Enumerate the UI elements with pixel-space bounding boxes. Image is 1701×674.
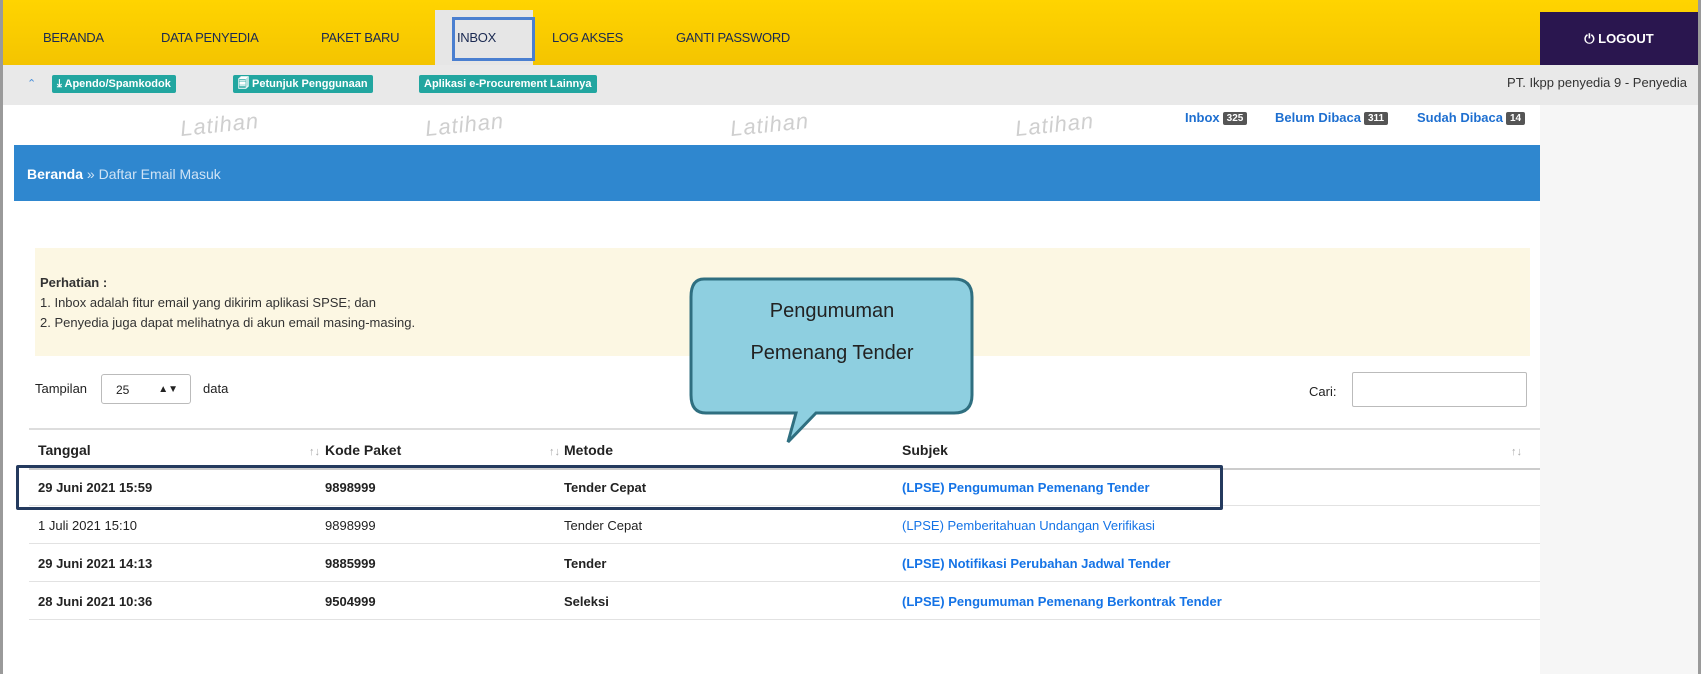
count-badge: 311 [1363,112,1389,125]
cell-kode: 9504999 [325,594,376,609]
nav-data-penyedia[interactable]: DATA PENYEDIA [161,0,259,65]
table-row[interactable]: 1 Juli 2021 15:10 9898999 Tender Cepat (… [29,506,1540,544]
breadcrumb-separator: » [83,166,99,182]
sort-icon[interactable]: ↑↓ [1511,446,1522,458]
data-label: data [203,381,229,396]
double-chevron-up-icon[interactable]: ⌃ [27,77,36,90]
col-tanggal[interactable]: Tanggal [38,442,91,458]
cell-kode: 9898999 [325,518,376,533]
nav-beranda[interactable]: BERANDA [43,0,104,65]
show-label: Tampilan [35,381,88,396]
table-row[interactable]: 28 Juni 2021 10:36 9504999 Seleksi (LPSE… [29,582,1540,620]
cell-subjek-link[interactable]: (LPSE) Pengumuman Pemenang Berkontrak Te… [902,594,1222,609]
breadcrumb-home[interactable]: Beranda [27,166,83,182]
secondary-bar: ⌃ ⤓ Apendo/Spamkodok 🗐 Petunjuk Pengguna… [3,65,1698,105]
unread-counter[interactable]: Belum Dibaca 311 [1275,110,1389,125]
callout-text: Pengumuman Pemenang Tender [694,290,970,374]
breadcrumb-current: Daftar Email Masuk [98,166,221,182]
nav-log-akses[interactable]: LOG AKSES [552,0,623,65]
count-badge: 325 [1222,112,1248,125]
petunjuk-button[interactable]: 🗐 Petunjuk Penggunaan [233,75,373,93]
callout-line: Pemenang Tender [750,342,914,364]
inbox-highlight-box [452,17,535,61]
count-badge: 14 [1505,112,1526,125]
table-row[interactable]: 29 Juni 2021 14:13 9885999 Tender (LPSE)… [29,544,1540,582]
cell-subjek-link[interactable]: (LPSE) Notifikasi Perubahan Jadwal Tende… [902,556,1171,571]
cell-metode: Tender Cepat [564,518,643,533]
top-navbar: BERANDA DATA PENYEDIA PAKET BARU INBOX L… [3,0,1698,65]
eproc-lainnya-button[interactable]: Aplikasi e-Procurement Lainnya [419,75,597,93]
nav-ganti-password[interactable]: GANTI PASSWORD [676,0,790,65]
nav-paket-baru[interactable]: PAKET BARU [321,0,399,65]
logout-button[interactable]: ⏻ LOGOUT [1540,12,1698,65]
inbox-counter[interactable]: Inbox 325 [1185,110,1248,125]
col-kode-paket[interactable]: Kode Paket [325,442,401,458]
read-counter[interactable]: Sudah Dibaca 14 [1417,110,1526,125]
sort-icon[interactable]: ↑↓ [309,446,320,458]
page-size-select[interactable]: 25 ▲▼ [101,374,191,404]
callout-line: Pengumuman [769,300,895,322]
apendo-button[interactable]: ⤓ Apendo/Spamkodok [52,75,176,93]
cell-metode: Seleksi [564,594,609,609]
cell-metode: Tender [564,556,607,571]
page-margin [1540,105,1698,674]
row-highlight-box [16,465,1223,510]
sort-icon[interactable]: ↑↓ [549,446,560,458]
cell-tanggal: 29 Juni 2021 14:13 [38,556,153,571]
cell-kode: 9885999 [325,556,376,571]
user-label: PT. Ikpp penyedia 9 - Penyedia [1507,75,1687,90]
search-input[interactable] [1352,372,1527,407]
cell-tanggal: 1 Juli 2021 15:10 [38,518,138,533]
col-metode[interactable]: Metode [564,442,613,458]
select-arrows-icon: ▲▼ [158,384,178,395]
cell-subjek-link[interactable]: (LPSE) Pemberitahuan Undangan Verifikasi [902,518,1155,533]
cell-tanggal: 28 Juni 2021 10:36 [38,594,153,609]
search-label: Cari: [1309,384,1337,399]
breadcrumb: Beranda » Daftar Email Masuk [14,145,1540,201]
